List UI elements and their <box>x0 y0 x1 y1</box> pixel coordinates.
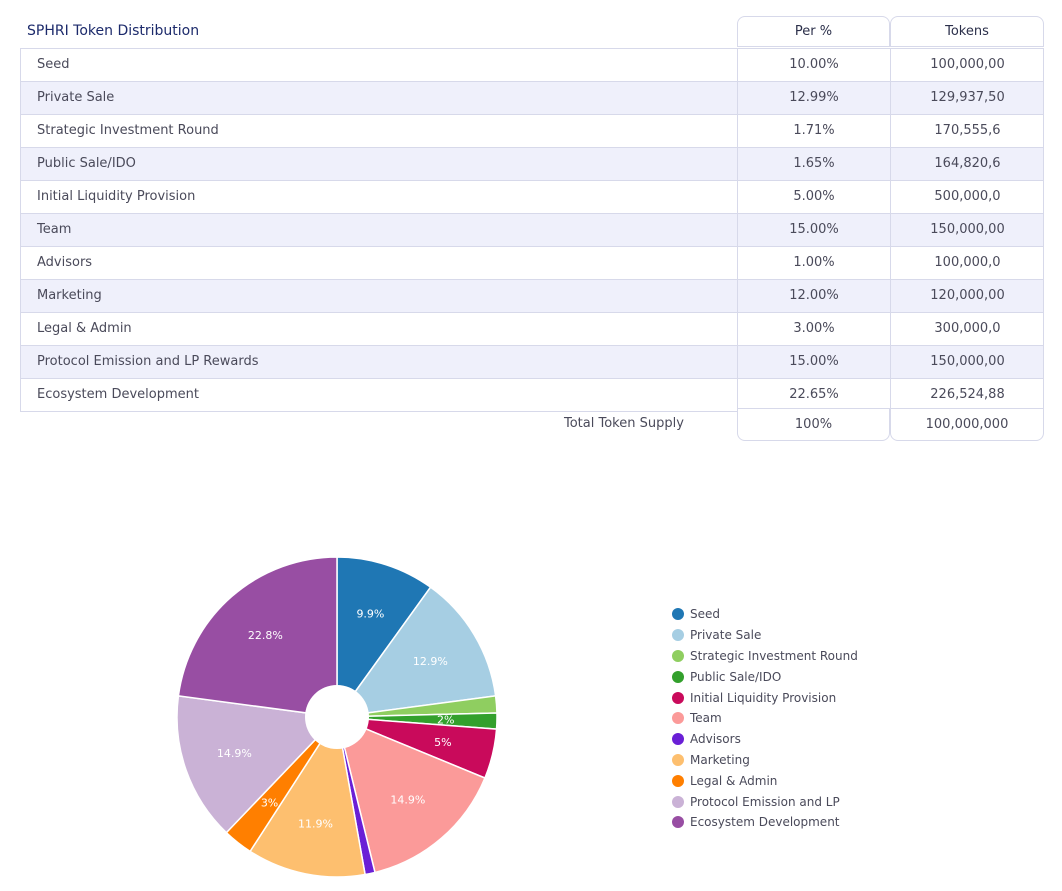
legend-label: Ecosystem Development <box>690 815 840 830</box>
legend-label: Strategic Investment Round <box>690 648 858 663</box>
slice-label: 11.9% <box>298 818 333 831</box>
legend-item: Advisors <box>672 729 858 750</box>
legend-swatch <box>672 733 684 746</box>
legend-swatch <box>672 774 684 787</box>
legend-label: Team <box>690 711 722 726</box>
legend-item: Seed <box>672 604 858 625</box>
slice-label: 5% <box>434 736 451 749</box>
donut-hole <box>305 685 369 749</box>
legend-item: Legal & Admin <box>672 770 858 791</box>
chart-legend: Seed Private Sale Strategic Investment Rou… <box>672 604 858 833</box>
legend-swatch <box>672 712 684 725</box>
legend-item: Private Sale <box>672 625 858 646</box>
legend-label: Legal & Admin <box>690 773 778 788</box>
slice-label: 9.9% <box>356 607 384 620</box>
slice-label: 12.9% <box>413 655 448 668</box>
legend-swatch <box>672 816 684 829</box>
slice-label: 14.9% <box>217 747 252 760</box>
legend-item: Marketing <box>672 750 858 771</box>
legend-item: Strategic Investment Round <box>672 646 858 667</box>
legend-item: Initial Liquidity Provision <box>672 687 858 708</box>
legend-swatch <box>672 753 684 766</box>
legend-label: Seed <box>690 607 720 622</box>
legend-item: Public Sale/IDO <box>672 666 858 687</box>
pie-chart: 9.9%12.9%2%5%14.9%11.9%3%14.9%22.8% <box>176 556 498 878</box>
legend-swatch <box>672 629 684 642</box>
legend-item: Team <box>672 708 858 729</box>
slice-label: 22.8% <box>248 629 283 642</box>
legend-label: Private Sale <box>690 628 762 643</box>
legend-label: Marketing <box>690 752 750 767</box>
legend-swatch <box>672 670 684 683</box>
legend-label: Initial Liquidity Provision <box>690 690 837 705</box>
legend-swatch <box>672 795 684 808</box>
legend-swatch <box>672 691 684 704</box>
legend-label: Public Sale/IDO <box>690 669 782 684</box>
legend-item: Protocol Emission and LP <box>672 791 858 812</box>
slice-label: 3% <box>261 796 278 809</box>
legend-item: Ecosystem Development <box>672 812 858 833</box>
legend-swatch <box>672 649 684 662</box>
legend-label: Advisors <box>690 732 741 747</box>
legend-swatch <box>672 608 684 621</box>
slice-label: 14.9% <box>390 794 425 807</box>
legend-label: Protocol Emission and LP <box>690 794 840 809</box>
